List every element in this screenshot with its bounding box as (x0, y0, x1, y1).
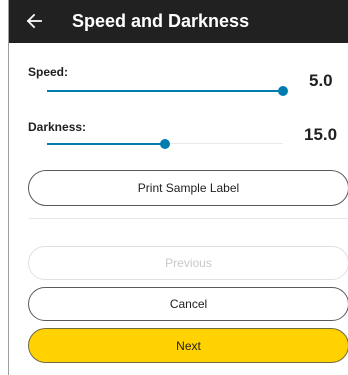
speed-value: 5.0 (309, 71, 333, 90)
back-button[interactable] (23, 10, 45, 32)
page-title: Speed and Darkness (72, 11, 250, 31)
speed-label: Speed: (28, 65, 69, 79)
darkness-slider[interactable] (47, 138, 283, 150)
app-bar: Speed and Darkness (9, 0, 348, 43)
darkness-label: Darkness: (28, 120, 87, 134)
slider-thumb[interactable] (278, 86, 288, 96)
previous-button[interactable]: Previous (28, 246, 348, 280)
arrow-left-icon (26, 13, 42, 29)
print-sample-label-button[interactable]: Print Sample Label (28, 170, 348, 206)
slider-thumb[interactable] (160, 139, 170, 149)
slider-fill (47, 90, 283, 92)
divider (29, 218, 348, 219)
speed-slider[interactable] (47, 85, 288, 97)
next-button[interactable]: Next (28, 328, 348, 363)
screen: Speed and Darkness Speed: 5.0 Darkness: … (8, 0, 348, 375)
darkness-value: 15.0 (304, 125, 338, 144)
cancel-button[interactable]: Cancel (28, 287, 348, 321)
slider-fill (47, 143, 165, 145)
